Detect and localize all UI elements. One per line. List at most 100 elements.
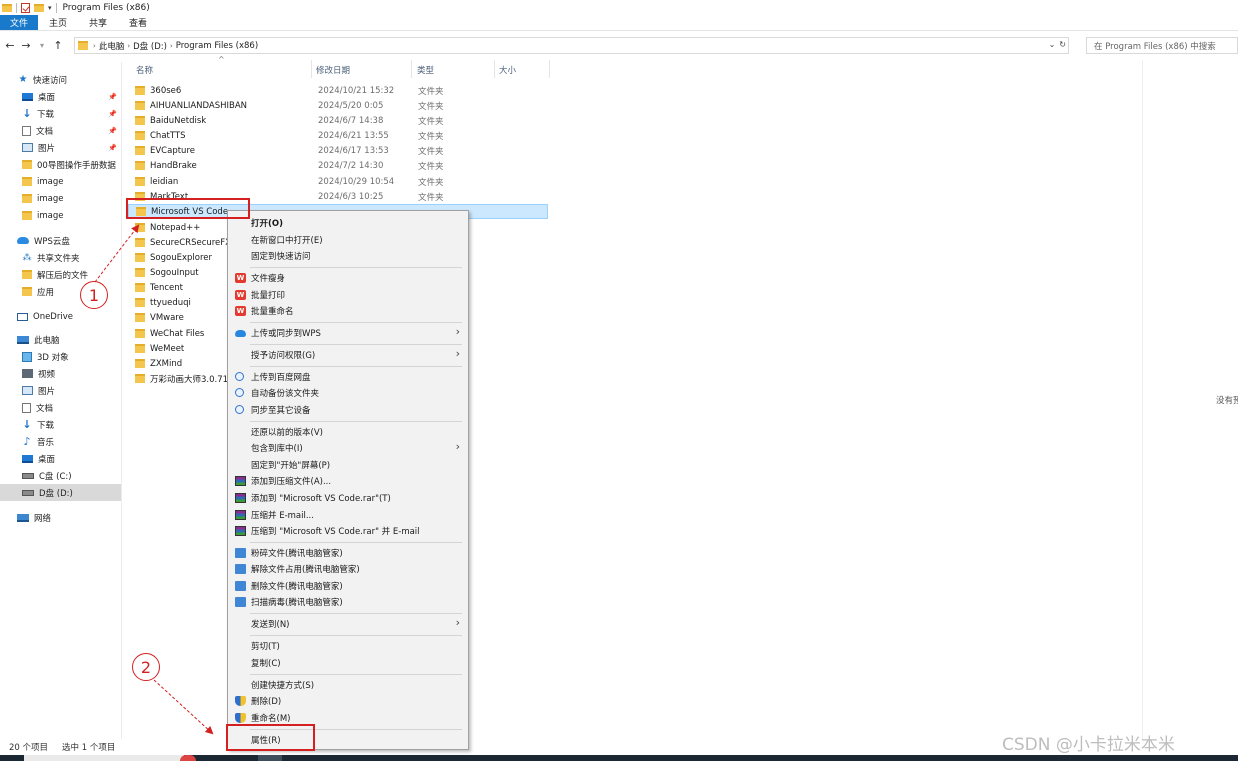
- chevron-right-icon[interactable]: ›: [170, 42, 173, 50]
- sidebar-item-pictures[interactable]: 图片: [0, 382, 121, 399]
- column-divider[interactable]: [311, 60, 312, 78]
- table-row[interactable]: BaiduNetdisk 2024/6/7 14:38 文件夹: [128, 113, 548, 128]
- tab-home[interactable]: 主页: [38, 15, 78, 30]
- menu-item-wps-print[interactable]: W 批量打印: [230, 287, 466, 303]
- folder-icon[interactable]: [2, 3, 12, 12]
- table-row[interactable]: ChatTTS 2024/6/21 13:55 文件夹: [128, 128, 548, 143]
- menu-item-grant-access[interactable]: 授予访问权限(G) ›: [230, 347, 466, 363]
- column-divider[interactable]: [411, 60, 412, 78]
- address-history-chevron-icon[interactable]: ⌄: [1049, 40, 1056, 49]
- menu-item-wps-slim[interactable]: W 文件瘦身: [230, 270, 466, 286]
- menu-item-wps-upload[interactable]: 上传或同步到WPS ›: [230, 325, 466, 341]
- pin-icon[interactable]: 📌: [108, 93, 117, 101]
- up-arrow-icon[interactable]: ↑: [52, 39, 64, 52]
- menu-item-pin-quick-access[interactable]: 固定到快速访问: [230, 248, 466, 264]
- taskbar-app-icon[interactable]: [258, 755, 282, 761]
- sidebar-item-downloads[interactable]: ↓ 下载 📌: [0, 105, 121, 122]
- breadcrumb-program-files[interactable]: Program Files (x86): [176, 41, 258, 51]
- menu-item-create-shortcut[interactable]: 创建快捷方式(S): [230, 677, 466, 693]
- sidebar-item-this-pc[interactable]: 此电脑: [0, 331, 121, 348]
- sidebar-item-c-drive[interactable]: C盘 (C:): [0, 467, 121, 484]
- menu-item-cut[interactable]: 剪切(T): [230, 638, 466, 654]
- back-arrow-icon[interactable]: ←: [4, 39, 16, 52]
- column-header-type[interactable]: 类型: [417, 62, 434, 77]
- search-input[interactable]: 在 Program Files (x86) 中搜索: [1086, 37, 1238, 54]
- menu-item-open[interactable]: 打开(O): [230, 215, 466, 231]
- menu-item-delete[interactable]: 删除(D): [230, 693, 466, 709]
- taskbar-search[interactable]: [24, 755, 184, 761]
- menu-item-tx-shred[interactable]: 粉碎文件(腾讯电脑管家): [230, 545, 466, 561]
- pin-icon[interactable]: 📌: [108, 144, 117, 152]
- sidebar-item-3d-objects[interactable]: 3D 对象: [0, 348, 121, 365]
- sidebar-item-documents[interactable]: 文档 📌: [0, 122, 121, 139]
- sidebar-item-documents[interactable]: 文档: [0, 399, 121, 416]
- sidebar-item-music[interactable]: ♪ 音乐: [0, 433, 121, 450]
- recent-locations-chevron-icon[interactable]: ▾: [36, 41, 48, 50]
- sidebar-item-extracted[interactable]: 解压后的文件: [0, 266, 121, 283]
- table-row[interactable]: EVCapture 2024/6/17 13:53 文件夹: [128, 143, 548, 158]
- menu-item-tx-unlock[interactable]: 解除文件占用(腾讯电脑管家): [230, 561, 466, 577]
- preview-pane-divider[interactable]: [1142, 60, 1143, 740]
- sidebar-item-image[interactable]: image: [0, 207, 121, 224]
- pin-icon[interactable]: 📌: [108, 127, 117, 135]
- menu-item-baidu-sync[interactable]: 同步至其它设备: [230, 402, 466, 418]
- sidebar-item-d-drive[interactable]: D盘 (D:): [0, 484, 121, 501]
- menu-item-baidu-backup[interactable]: 自动备份该文件夹: [230, 385, 466, 401]
- menu-item-tx-scan[interactable]: 扫描病毒(腾讯电脑管家): [230, 594, 466, 610]
- menu-item-send-to[interactable]: 发送到(N) ›: [230, 616, 466, 632]
- sidebar-item-desktop[interactable]: 桌面: [0, 450, 121, 467]
- sidebar-item-image[interactable]: image: [0, 190, 121, 207]
- menu-item-wps-rename[interactable]: W 批量重命名: [230, 303, 466, 319]
- sidebar-item-network[interactable]: 网络: [0, 509, 121, 526]
- sidebar-item-onedrive[interactable]: OneDrive: [0, 308, 121, 325]
- sidebar-item-label: 桌面: [38, 92, 56, 103]
- sidebar-item-desktop[interactable]: 桌面 📌: [0, 88, 121, 105]
- column-divider[interactable]: [549, 60, 550, 78]
- column-header-date[interactable]: 修改日期: [316, 62, 350, 77]
- sidebar-item-pictures[interactable]: 图片 📌: [0, 139, 121, 156]
- sidebar-item-downloads[interactable]: ↓ 下载: [0, 416, 121, 433]
- sidebar-item-image[interactable]: image: [0, 173, 121, 190]
- forward-arrow-icon[interactable]: →: [20, 39, 32, 52]
- refresh-icon[interactable]: ↻: [1059, 40, 1066, 49]
- menu-item-pin-start[interactable]: 固定到"开始"屏幕(P): [230, 457, 466, 473]
- column-header-size[interactable]: 大小: [499, 62, 516, 77]
- chevron-right-icon[interactable]: ›: [93, 42, 96, 50]
- menu-item-include-library[interactable]: 包含到库中(I) ›: [230, 440, 466, 456]
- breadcrumb-this-pc[interactable]: 此电脑: [99, 40, 125, 52]
- sidebar-item-label: 图片: [38, 386, 56, 397]
- menu-item-rar-email[interactable]: 压缩并 E-mail...: [230, 507, 466, 523]
- menu-item-open-new-window[interactable]: 在新窗口中打开(E): [230, 232, 466, 248]
- address-bar[interactable]: › 此电脑 › D盘 (D:) › Program Files (x86) ⌄ …: [74, 37, 1069, 54]
- table-row[interactable]: AIHUANLIANDASHIBAN 2024/5/20 0:05 文件夹: [128, 98, 548, 113]
- menu-item-restore-versions[interactable]: 还原以前的版本(V): [230, 424, 466, 440]
- column-divider[interactable]: [494, 60, 495, 78]
- properties-check-icon[interactable]: [21, 2, 30, 13]
- menu-item-copy[interactable]: 复制(C): [230, 655, 466, 671]
- menu-item-rar-email-named[interactable]: 压缩到 "Microsoft VS Code.rar" 并 E-mail: [230, 523, 466, 539]
- navigation-bar: ← → ▾ ↑ › 此电脑 › D盘 (D:) › Program Files …: [0, 35, 1238, 56]
- menu-item-baidu-upload[interactable]: 上传到百度网盘: [230, 369, 466, 385]
- column-header-name[interactable]: 名称: [136, 62, 153, 77]
- table-row[interactable]: leidian 2024/10/29 10:54 文件夹: [128, 174, 548, 189]
- sidebar-item-folder[interactable]: 00导图操作手册数据: [0, 156, 121, 173]
- sidebar-item-quick-access[interactable]: ★ 快速访问: [0, 71, 121, 88]
- table-row[interactable]: 360se6 2024/10/21 15:32 文件夹: [128, 83, 548, 98]
- pin-icon[interactable]: 📌: [108, 110, 117, 118]
- tab-view[interactable]: 查看: [118, 15, 158, 30]
- tab-file[interactable]: 文件: [0, 15, 39, 30]
- sidebar-item-shared-folder[interactable]: ⁂ 共享文件夹: [0, 249, 121, 266]
- menu-item-rar-add[interactable]: 添加到压缩文件(A)...: [230, 473, 466, 489]
- table-row[interactable]: HandBrake 2024/7/2 14:30 文件夹: [128, 158, 548, 173]
- ribbon-tabs: 文件 主页 共享 查看: [0, 15, 1238, 31]
- tab-share[interactable]: 共享: [78, 15, 118, 30]
- sidebar-item-wps-cloud[interactable]: WPS云盘: [0, 232, 121, 249]
- customize-toolbar-chevron-icon[interactable]: ▾: [48, 4, 52, 12]
- breadcrumb-d-drive[interactable]: D盘 (D:): [133, 40, 167, 52]
- menu-item-rar-add-named[interactable]: 添加到 "Microsoft VS Code.rar"(T): [230, 490, 466, 506]
- taskbar-app-icon[interactable]: [180, 755, 196, 761]
- chevron-right-icon[interactable]: ›: [127, 42, 130, 50]
- new-folder-icon[interactable]: [34, 3, 44, 12]
- menu-item-tx-delete[interactable]: 删除文件(腾讯电脑管家): [230, 578, 466, 594]
- sidebar-item-videos[interactable]: 视频: [0, 365, 121, 382]
